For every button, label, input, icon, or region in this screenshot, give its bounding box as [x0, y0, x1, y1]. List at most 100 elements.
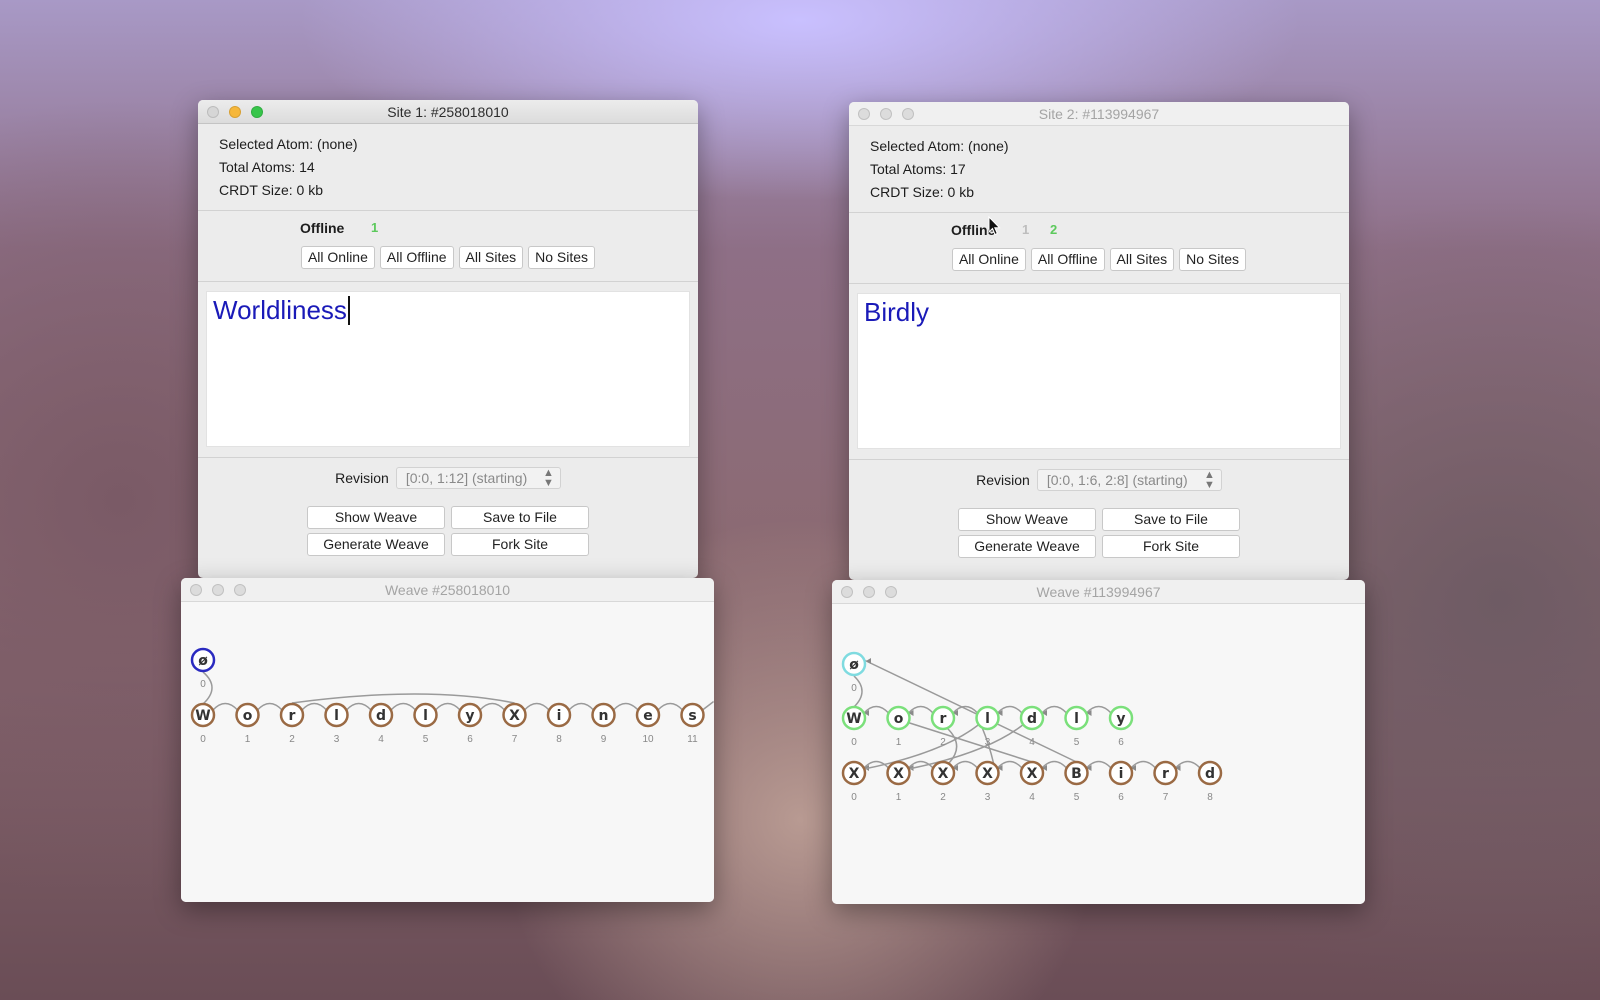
weave-atom-node[interactable]: e 10: [635, 702, 661, 745]
weave2-svg: ø0W0o1r2l3d4l5y6X0X1X2X3X4B5i6r7d8: [841, 651, 1223, 803]
window-title: Weave #258018010: [384, 582, 511, 598]
weave-atom-node[interactable]: i6: [1108, 760, 1134, 803]
site-toggle-1[interactable]: 1: [371, 220, 378, 235]
weave-atom-node[interactable]: l3: [324, 702, 349, 745]
weave-atom-index: 2: [940, 792, 946, 803]
weave-atom-node[interactable]: B5: [1064, 760, 1089, 803]
no-sites-button[interactable]: No Sites: [528, 246, 596, 269]
weave-atom-char: W: [846, 711, 861, 727]
all-sites-button[interactable]: All Sites: [1109, 248, 1175, 271]
site-toggle-2[interactable]: 2: [1050, 222, 1057, 237]
weave-atom-node[interactable]: n9: [591, 702, 616, 745]
fork-site-button[interactable]: Fork Site: [451, 533, 589, 556]
site2-titlebar[interactable]: Site 2: #113994967: [849, 102, 1349, 126]
total-atoms-label: Total Atoms: 14: [219, 159, 315, 175]
weave-atom-node[interactable]: o1: [886, 705, 911, 748]
weave-atom-index: 2: [940, 737, 946, 748]
weave2-graph[interactable]: ø0W0o1r2l3d4l5y6X0X1X2X3X4B5i6r7d8: [832, 604, 1365, 904]
no-sites-button[interactable]: No Sites: [1179, 248, 1247, 271]
close-icon[interactable]: [841, 586, 853, 598]
weave-atom-char: X: [1027, 766, 1038, 782]
weave-atom-node[interactable]: X0: [841, 760, 867, 803]
weave-atom-node[interactable]: d4: [368, 702, 394, 745]
site1-titlebar[interactable]: Site 1: #258018010: [198, 100, 698, 124]
all-sites-button[interactable]: All Sites: [458, 246, 524, 269]
show-weave-button[interactable]: Show Weave: [958, 508, 1096, 531]
site-toggle-1[interactable]: 1: [1022, 222, 1029, 237]
weave-atom-index: 0: [200, 679, 206, 690]
revision-select[interactable]: [0:0, 1:6, 2:8] (starting) ▲ ▼: [1036, 469, 1222, 491]
zoom-icon[interactable]: [234, 584, 246, 596]
weave-atom-node[interactable]: l5: [1064, 705, 1089, 748]
site2-actions: Show Weave Save to File Generate Weave F…: [849, 500, 1349, 558]
weave-atom-node[interactable]: X7: [502, 702, 527, 745]
generate-weave-button[interactable]: Generate Weave: [958, 535, 1096, 558]
all-offline-button[interactable]: All Offline: [1030, 248, 1105, 271]
weave-atom-node[interactable]: l5: [413, 702, 438, 745]
weave-atom-char: B: [1071, 766, 1082, 782]
all-online-button[interactable]: All Online: [300, 246, 375, 269]
minimize-icon[interactable]: [229, 106, 241, 118]
minimize-icon[interactable]: [212, 584, 224, 596]
mouse-pointer-icon: [988, 216, 1001, 236]
crdt-size-label: CRDT Size: 0 kb: [219, 182, 323, 198]
weave-atom-index: 0: [851, 737, 857, 748]
close-icon[interactable]: [190, 584, 202, 596]
weave-atom-node[interactable]: X3: [975, 760, 1000, 803]
weave-atom-node[interactable]: y6: [457, 702, 483, 745]
weave-atom-node[interactable]: y6: [1108, 705, 1134, 748]
revision-value: [0:0, 1:6, 2:8] (starting): [1046, 472, 1188, 488]
weave-atom-char: y: [1116, 711, 1125, 727]
zoom-icon[interactable]: [885, 586, 897, 598]
weave-atom-node[interactable]: X2: [930, 760, 956, 803]
total-atoms-label: Total Atoms: 17: [870, 161, 966, 177]
weave-atom-index: 6: [467, 734, 473, 745]
weave2-titlebar[interactable]: Weave #113994967: [832, 580, 1365, 604]
document-text: Birdly: [864, 297, 930, 327]
minimize-icon[interactable]: [880, 108, 892, 120]
weave-atom-node[interactable]: s 11: [680, 702, 705, 745]
weave-link: [906, 721, 1033, 763]
weave-atom-node[interactable]: o1: [235, 702, 260, 745]
site1-text-editor[interactable]: Worldliness: [206, 291, 690, 447]
weave-atom-node[interactable]: W0: [841, 705, 867, 748]
weave-atom-index: 3: [985, 792, 991, 803]
all-online-button[interactable]: All Online: [951, 248, 1026, 271]
zoom-icon[interactable]: [251, 106, 263, 118]
revision-select[interactable]: [0:0, 1:12] (starting) ▲ ▼: [395, 467, 561, 489]
generate-weave-button[interactable]: Generate Weave: [307, 533, 445, 556]
document-text: Worldliness: [213, 295, 347, 325]
offline-status: Offline: [300, 220, 345, 236]
weave-atom-index: 5: [1074, 737, 1080, 748]
weave1-graph[interactable]: ø 0 W 0 o 1 r 2 l 3 d 4 l 5 y 6 X 7 i 8 n 9 e 10 s 11: [181, 602, 714, 902]
site1-connection-panel: Offline 1 All Online All Offline All Sit…: [198, 211, 698, 282]
show-weave-button[interactable]: Show Weave: [307, 506, 445, 529]
weave-atom-index: 4: [378, 734, 384, 745]
weave-atom-node[interactable]: i8: [546, 702, 572, 745]
minimize-icon[interactable]: [863, 586, 875, 598]
zoom-icon[interactable]: [902, 108, 914, 120]
weave-atom-node[interactable]: r7: [1153, 760, 1178, 803]
weave-link: [702, 700, 714, 711]
weave-atom-node[interactable]: W0: [190, 702, 216, 745]
weave-atom-index: 0: [200, 734, 206, 745]
fork-site-button[interactable]: Fork Site: [1102, 535, 1240, 558]
weave-atom-index: 7: [512, 734, 518, 745]
weave-arrow-icon: [866, 658, 871, 664]
weave-atom-node[interactable]: X1: [886, 760, 911, 803]
weave-atom-node[interactable]: r2: [279, 702, 305, 745]
save-to-file-button[interactable]: Save to File: [451, 506, 589, 529]
close-icon[interactable]: [207, 106, 219, 118]
close-icon[interactable]: [858, 108, 870, 120]
weave-atom-char: ø: [198, 653, 208, 669]
weave1-titlebar[interactable]: Weave #258018010: [181, 578, 714, 602]
weave-atom-index: 11: [687, 734, 698, 745]
weave-atom-node[interactable]: d4: [1019, 705, 1045, 748]
site1-revision-row: Revision [0:0, 1:12] (starting) ▲ ▼: [198, 458, 698, 498]
weave-link: [568, 702, 595, 711]
weave-atom-node[interactable]: X4: [1019, 760, 1045, 803]
save-to-file-button[interactable]: Save to File: [1102, 508, 1240, 531]
weave-atom-node[interactable]: d8: [1197, 760, 1223, 803]
all-offline-button[interactable]: All Offline: [379, 246, 454, 269]
site2-text-editor[interactable]: Birdly: [857, 293, 1341, 449]
